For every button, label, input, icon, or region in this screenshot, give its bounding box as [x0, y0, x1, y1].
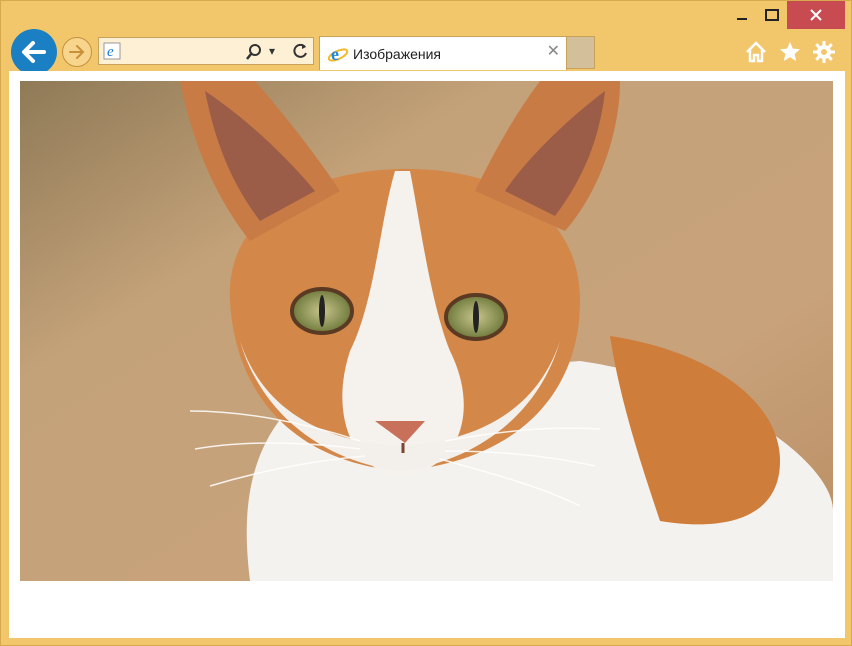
- browser-tools: [743, 39, 837, 65]
- tab-close-button[interactable]: ✕: [547, 44, 560, 60]
- gear-icon[interactable]: [811, 39, 837, 65]
- cat-photo: [20, 81, 833, 581]
- minimize-button[interactable]: [727, 1, 757, 29]
- page-content: [9, 71, 845, 638]
- window-caption-buttons: [727, 1, 845, 29]
- new-tab-button[interactable]: [567, 36, 595, 69]
- home-icon[interactable]: [743, 39, 769, 65]
- tab-title: Изображения: [353, 46, 441, 62]
- svg-text:e: e: [107, 44, 114, 60]
- maximize-button[interactable]: [757, 1, 787, 29]
- arrow-right-icon: [69, 45, 85, 59]
- minimize-icon: [737, 18, 747, 20]
- browser-window: e ▾ e Изображения ✕: [0, 0, 852, 646]
- forward-button[interactable]: [62, 37, 92, 67]
- search-icon[interactable]: [245, 43, 263, 66]
- back-button[interactable]: [11, 29, 57, 75]
- tab-active[interactable]: e Изображения ✕: [319, 36, 567, 70]
- maximize-icon: [765, 9, 779, 21]
- close-button[interactable]: [787, 1, 845, 29]
- arrow-left-icon: [22, 41, 46, 63]
- address-bar[interactable]: e ▾: [98, 37, 314, 65]
- close-icon: [810, 9, 822, 21]
- refresh-icon[interactable]: [291, 42, 309, 65]
- ie-logo-icon: e: [327, 44, 349, 69]
- address-dropdown-arrow[interactable]: ▾: [269, 42, 275, 60]
- browser-toolbar: e ▾ e Изображения ✕: [1, 29, 852, 75]
- star-icon[interactable]: [777, 39, 803, 65]
- svg-text:e: e: [331, 44, 339, 64]
- ie-logo-icon: e: [103, 42, 123, 65]
